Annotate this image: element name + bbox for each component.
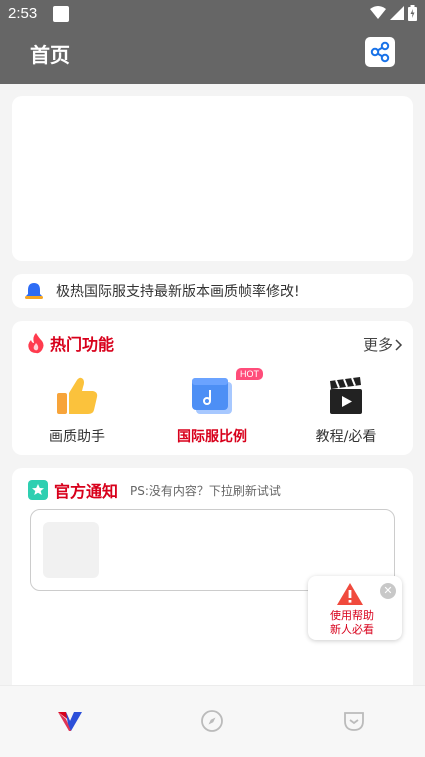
hot-badge: HOT xyxy=(236,368,263,380)
help-float-button[interactable]: 使用帮助 新人必看 ✕ xyxy=(308,576,402,640)
banner-carousel[interactable] xyxy=(12,96,413,261)
more-link[interactable]: 更多 xyxy=(363,334,403,355)
battery-icon xyxy=(408,5,417,21)
feature-label: 画质助手 xyxy=(49,429,105,445)
pocket-icon xyxy=(344,712,364,731)
notice-thumbnail xyxy=(43,522,99,578)
compass-icon xyxy=(201,710,223,732)
tab-discover[interactable] xyxy=(197,706,227,736)
notice-bar[interactable]: 极热国际服支持最新版本画质帧率修改! xyxy=(12,274,413,308)
feature-label: 教程/必看 xyxy=(315,429,377,445)
notification-icon xyxy=(53,6,69,22)
official-notice-hint: PS:没有内容？下拉刷新试试 xyxy=(130,483,281,498)
feature-quality-assistant[interactable]: 画质助手 xyxy=(17,376,137,446)
warning-icon xyxy=(337,583,363,605)
wifi-icon xyxy=(370,6,386,19)
help-label-line1: 使用帮助 xyxy=(330,609,374,622)
bottom-tab-bar xyxy=(0,685,425,757)
close-icon[interactable]: ✕ xyxy=(380,583,396,599)
share-icon xyxy=(370,41,390,63)
tab-profile[interactable] xyxy=(339,706,369,736)
feature-intl-ratio[interactable]: HOT 国际服比例 xyxy=(152,368,272,446)
status-bar: 2:53 xyxy=(0,0,425,30)
status-time: 2:53 xyxy=(8,5,38,22)
thumbs-up-icon xyxy=(55,376,99,416)
share-button[interactable] xyxy=(365,37,395,67)
tab-home[interactable] xyxy=(55,706,85,736)
flame-icon xyxy=(28,333,44,354)
status-icons xyxy=(370,5,417,21)
chevron-right-icon xyxy=(395,338,403,351)
v-logo-icon xyxy=(58,712,82,731)
notice-text: 极热国际服支持最新版本画质帧率修改! xyxy=(56,284,300,300)
bell-icon xyxy=(25,283,43,299)
help-label: 使用帮助 新人必看 xyxy=(308,609,396,637)
official-notice-title: 官方通知 xyxy=(54,482,119,501)
page-title: 首页 xyxy=(30,43,70,67)
star-badge-icon xyxy=(28,480,48,500)
hot-features-title: 热门功能 xyxy=(50,335,115,354)
feature-tutorial[interactable]: 教程/必看 xyxy=(286,376,406,446)
feature-label: 国际服比例 xyxy=(177,429,247,445)
help-label-line2: 新人必看 xyxy=(330,623,374,636)
more-label: 更多 xyxy=(362,336,393,354)
signal-icon xyxy=(390,6,404,20)
official-notice-header: 官方通知 PS:没有内容？下拉刷新试试 xyxy=(28,478,281,502)
ratio-window-icon: HOT xyxy=(190,368,263,416)
app-bar: 首页 xyxy=(0,30,425,84)
clapperboard-icon xyxy=(324,376,368,416)
hot-features-section: 热门功能 更多 画质助手 HOT 国际服比例 教程/必看 xyxy=(12,321,413,455)
hot-features-header: 热门功能 xyxy=(26,331,114,355)
